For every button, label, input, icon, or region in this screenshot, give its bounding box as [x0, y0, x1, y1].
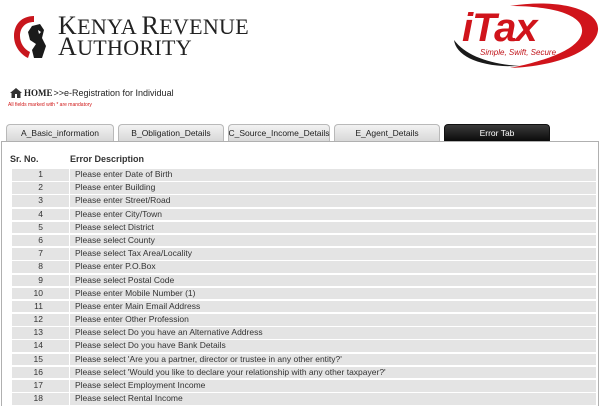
kra-lion-logo-icon — [14, 16, 46, 58]
page-header: KENYA REVENUE AUTHORITY iTax Simple, Swi… — [0, 0, 600, 78]
row-sr-no: 14 — [12, 340, 69, 352]
row-sr-no: 15 — [12, 353, 69, 366]
row-error-description: Please select 'Are you a partner, direct… — [70, 353, 596, 366]
table-row: 3 Please enter Street/Road — [2, 194, 598, 207]
tab-agent-details[interactable]: E_Agent_Details — [334, 124, 440, 141]
table-row: 10 Please enter Mobile Number (1) — [2, 287, 598, 300]
tab-bar: A_Basic_information B_Obligation_Details… — [6, 124, 554, 141]
itax-wordmark: iTax — [462, 6, 538, 50]
row-sr-no: 10 — [12, 287, 69, 300]
row-sr-no: 16 — [12, 366, 69, 379]
row-sr-no: 6 — [12, 234, 69, 247]
column-header-sr-no: Sr. No. — [10, 154, 39, 164]
table-row: 17 Please select Employment Income — [2, 379, 598, 392]
error-table-body: 1 Please enter Date of Birth 2 Please enter… — [2, 168, 598, 405]
row-error-description: Please enter Main Email Address — [70, 300, 596, 313]
kra-wordmark: KENYA REVENUE AUTHORITY — [58, 13, 249, 61]
column-header-error-description: Error Description — [70, 154, 145, 164]
table-row: 8 Please enter P.O.Box — [2, 260, 598, 273]
row-sr-no: 8 — [12, 261, 69, 273]
row-sr-no: 7 — [12, 248, 69, 260]
table-row: 14 Please select Do you have Bank Details — [2, 339, 598, 352]
table-row: 7 Please select Tax Area/Locality — [2, 247, 598, 260]
row-error-description: Please select Do you have Bank Details — [70, 340, 596, 352]
row-error-description: Please enter City/Town — [70, 208, 596, 221]
row-error-description: Please select Do you have an Alternative… — [70, 327, 596, 339]
row-error-description: Please enter Mobile Number (1) — [70, 287, 596, 300]
kra-wordmark-part: UTHORITY — [77, 35, 192, 60]
row-sr-no: 12 — [12, 314, 69, 326]
row-error-description: Please select District — [70, 221, 596, 234]
tab-source-income-details[interactable]: C_Source_Income_Details — [228, 124, 330, 141]
row-sr-no: 13 — [12, 327, 69, 339]
breadcrumb-home-link[interactable]: HOME — [24, 88, 53, 98]
row-error-description: Please select 'Would you like to declare… — [70, 366, 596, 379]
tab-obligation-details[interactable]: B_Obligation_Details — [118, 124, 224, 141]
row-sr-no: 18 — [12, 393, 69, 405]
row-error-description: Please select Rental Income — [70, 393, 596, 405]
row-error-description: Please enter P.O.Box — [70, 261, 596, 273]
itax-logo: iTax Simple, Swift, Secure — [440, 0, 600, 78]
table-row: 4 Please enter City/Town — [2, 208, 598, 221]
table-row: 18 Please select Rental Income — [2, 392, 598, 405]
row-error-description: Please enter Building — [70, 182, 596, 194]
row-error-description: Please enter Date of Birth — [70, 169, 596, 181]
row-error-description: Please enter Other Profession — [70, 314, 596, 326]
home-icon[interactable] — [10, 88, 22, 98]
mandatory-note: All fields marked with * are mandatory — [8, 102, 92, 108]
row-error-description: Please select Tax Area/Locality — [70, 248, 596, 260]
table-row: 11 Please enter Main Email Address — [2, 300, 598, 313]
tab-error[interactable]: Error Tab — [444, 124, 550, 141]
table-row: 13 Please select Do you have an Alternati… — [2, 326, 598, 339]
row-sr-no: 11 — [12, 300, 69, 313]
table-row: 2 Please enter Building — [2, 181, 598, 194]
row-sr-no: 9 — [12, 274, 69, 286]
table-row: 12 Please enter Other Profession — [2, 313, 598, 326]
table-row: 1 Please enter Date of Birth — [2, 168, 598, 181]
row-sr-no: 1 — [12, 169, 69, 181]
row-error-description: Please select County — [70, 234, 596, 247]
row-error-description: Please select Postal Code — [70, 274, 596, 286]
table-row: 9 Please select Postal Code — [2, 274, 598, 287]
row-error-description: Please enter Street/Road — [70, 195, 596, 207]
error-table-panel: Sr. No. Error Description 1 Please enter … — [1, 141, 599, 406]
breadcrumb-current: >>e-Registration for Individual — [53, 88, 174, 98]
table-row: 5 Please select District — [2, 221, 598, 234]
table-row: 15 Please select 'Are you a partner, dire… — [2, 353, 598, 366]
tab-basic-information[interactable]: A_Basic_information — [6, 124, 114, 141]
itax-tagline: Simple, Swift, Secure — [480, 48, 557, 57]
row-sr-no: 17 — [12, 380, 69, 392]
row-sr-no: 3 — [12, 195, 69, 207]
kra-wordmark-letter: A — [58, 32, 78, 61]
row-error-description: Please select Employment Income — [70, 380, 596, 392]
table-row: 6 Please select County — [2, 234, 598, 247]
row-sr-no: 2 — [12, 182, 69, 194]
row-sr-no: 5 — [12, 221, 69, 234]
row-sr-no: 4 — [12, 208, 69, 221]
breadcrumb: HOME >>e-Registration for Individual — [10, 86, 174, 100]
table-row: 16 Please select 'Would you like to decla… — [2, 366, 598, 379]
